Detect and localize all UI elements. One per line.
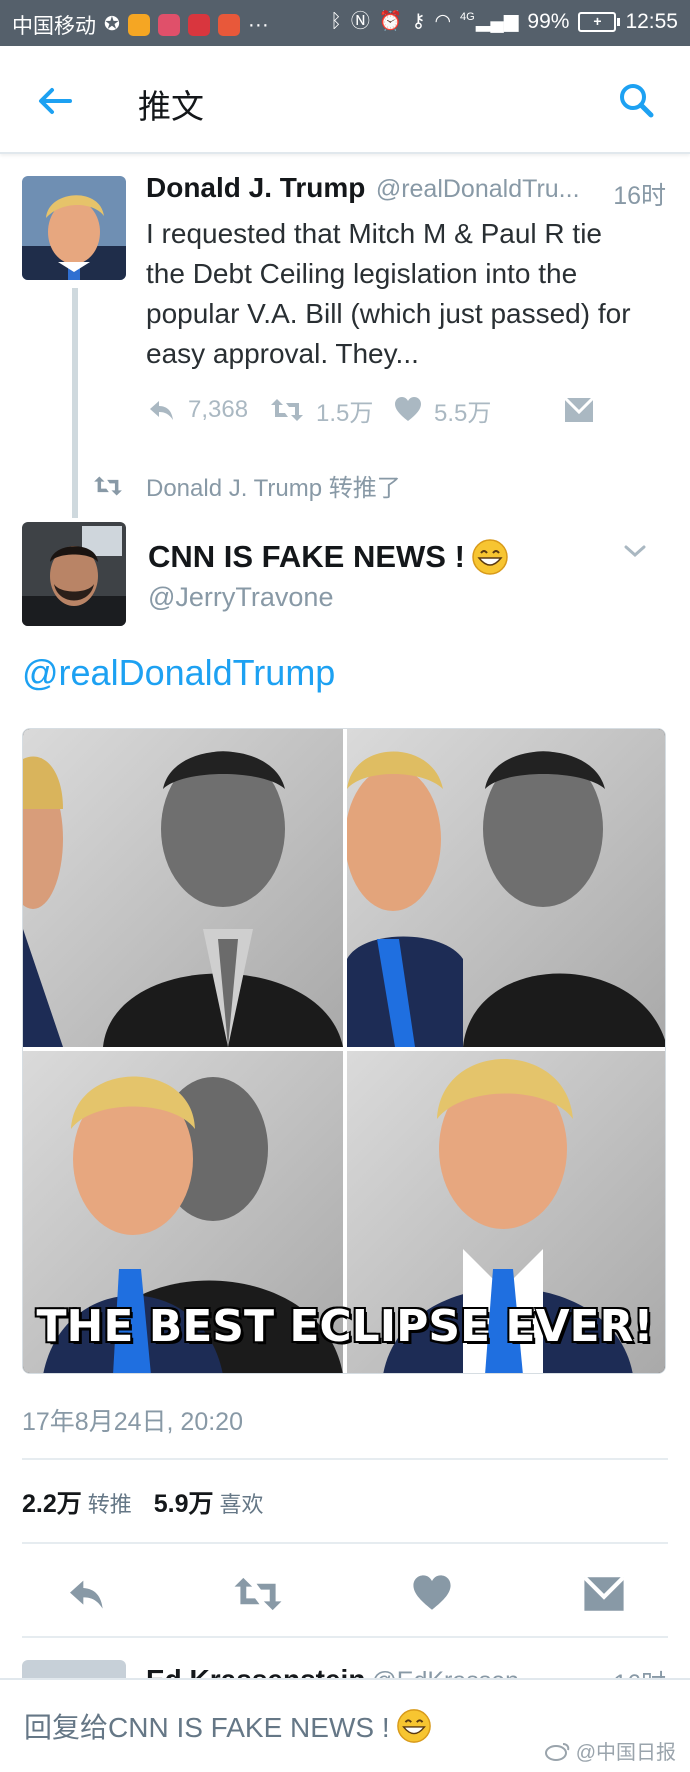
notification-icon: ✪ — [104, 14, 120, 35]
retweet-icon — [94, 475, 122, 496]
tweet1-actions: 7,368 1.5万 5.5万 — [146, 390, 606, 430]
retweet-banner: Donald J. Trump 转推了 — [92, 468, 401, 503]
key-icon: ⚷ — [411, 11, 426, 32]
thread-line — [72, 288, 78, 518]
grinning-emoji-icon — [472, 539, 508, 575]
wifi-icon: ◠ — [434, 11, 452, 32]
heart-icon — [395, 397, 421, 421]
tweet-timestamp: 16时 — [613, 182, 666, 210]
dm-button[interactable] — [564, 390, 594, 430]
reply-input[interactable]: 回复给CNN IS FAKE NEWS ! — [24, 1706, 432, 1746]
dm-button[interactable] — [574, 1564, 634, 1624]
avatar-donald-trump[interactable] — [22, 176, 126, 280]
status-bar: 中国移动 ✪ ··· ᛒ Ⓝ ⏰ ⚷ ◠ 4G ▂▄▆ 99% + 12:55 — [0, 0, 690, 46]
like-count: 5.5万 — [434, 399, 492, 427]
retweets-stat[interactable]: 2.2万 转推 — [22, 1484, 132, 1520]
author-name[interactable]: CNN IS FAKE NEWS ! — [148, 538, 509, 576]
search-button[interactable] — [612, 76, 662, 126]
retweet-banner-text[interactable]: Donald J. Trump 转推了 — [146, 468, 401, 503]
app-bar: 推文 — [0, 46, 690, 154]
mention-link[interactable]: @realDonaldTrump — [22, 652, 335, 694]
weibo-logo-icon — [544, 1742, 569, 1761]
reply-button[interactable] — [56, 1564, 116, 1624]
likes-stat[interactable]: 5.9万 喜欢 — [154, 1484, 264, 1520]
like-button[interactable]: 5.5万 — [394, 390, 491, 430]
like-button[interactable] — [402, 1564, 462, 1624]
heart-icon — [413, 1575, 451, 1610]
retweet-button[interactable]: 1.5万 — [270, 390, 373, 430]
app-icon — [187, 14, 210, 36]
back-arrow-icon — [39, 88, 72, 114]
author-name[interactable]: Donald J. Trump — [146, 172, 365, 203]
app-icon — [217, 14, 240, 36]
signal-icon: ▂▄▆ — [475, 11, 519, 32]
reply-count: 7,368 — [188, 396, 249, 423]
nfc-icon: Ⓝ — [350, 11, 370, 32]
watermark: @中国日报 — [544, 1736, 676, 1765]
tweet-text[interactable]: I requested that Mitch M & Paul R tie th… — [146, 214, 646, 374]
envelope-icon — [583, 1575, 625, 1611]
tweet-datetime: 17年8月24日, 20:20 — [22, 1408, 243, 1436]
tweet-image[interactable]: THE BEST ECLIPSE EVER! — [22, 728, 666, 1374]
more-notifications: ··· — [247, 13, 269, 36]
back-button[interactable] — [30, 76, 80, 126]
battery-percent: 99% — [527, 10, 570, 33]
carrier-label: 中国移动 — [12, 15, 96, 38]
reply-icon — [150, 401, 173, 420]
app-icon — [157, 14, 180, 36]
reply-button[interactable]: 7,368 — [146, 390, 248, 430]
grinning-emoji-icon — [396, 1709, 431, 1743]
engagement-counts: 2.2万 转推 5.9万 喜欢 — [22, 1484, 264, 1520]
search-icon — [620, 84, 654, 118]
weibo-app-icon — [127, 14, 150, 36]
author-handle[interactable]: @JerryTravone — [148, 582, 333, 613]
avatar-jerry-travone[interactable] — [22, 522, 126, 626]
retweet-button[interactable] — [228, 1564, 288, 1624]
alarm-icon: ⏰ — [378, 11, 403, 32]
network-type: 4G — [460, 11, 475, 23]
battery-icon: + — [578, 12, 621, 32]
divider — [22, 1458, 668, 1460]
clock: 12:55 — [625, 10, 678, 33]
page-title: 推文 — [138, 88, 204, 125]
tweet1-header: Donald J. Trump @realDonaldTru... — [146, 172, 666, 212]
reply-icon — [70, 1580, 103, 1609]
retweet-icon — [234, 1577, 282, 1611]
retweet-count: 1.5万 — [316, 399, 374, 427]
author-handle[interactable]: @realDonaldTru... — [376, 175, 580, 203]
divider — [22, 1542, 668, 1544]
reply-bar: 回复给CNN IS FAKE NEWS ! @中国日报 — [0, 1678, 690, 1772]
divider — [22, 1636, 668, 1638]
more-options-button[interactable] — [620, 536, 650, 566]
retweet-icon — [271, 399, 303, 421]
envelope-icon — [564, 396, 594, 422]
bluetooth-icon: ᛒ — [330, 11, 342, 32]
image-caption: THE BEST ECLIPSE EVER! — [36, 1301, 654, 1352]
tweet-actions — [0, 1564, 690, 1624]
chevron-down-icon — [624, 545, 646, 558]
